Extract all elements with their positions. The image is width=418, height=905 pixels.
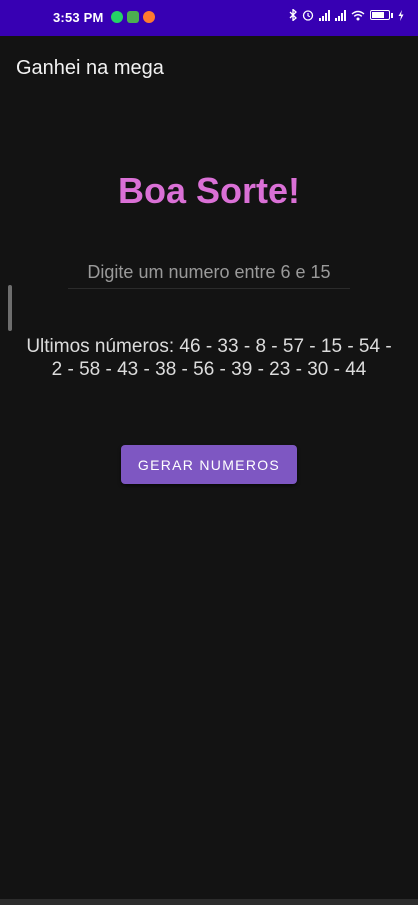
signal-icon: [319, 9, 330, 21]
headline: Boa Sorte!: [117, 170, 301, 211]
charging-icon: [398, 9, 404, 21]
last-numbers-text: Ultimos números: 46 - 33 - 8 - 57 - 15 -…: [26, 336, 392, 380]
signal-icon: [335, 9, 346, 21]
wifi-icon: [351, 10, 365, 20]
notification-icons: [111, 11, 155, 23]
status-icons: [289, 9, 404, 21]
app-notification-icon: [127, 11, 139, 23]
whatsapp-icon: [111, 11, 123, 23]
app-title: Ganhei na mega: [16, 57, 164, 79]
bluetooth-icon: [289, 9, 297, 21]
number-input[interactable]: [68, 258, 350, 286]
status-bar: 3:53 PM: [0, 0, 418, 36]
alarm-icon: [302, 10, 314, 21]
navigation-bar: [0, 899, 418, 905]
orange-app-icon: [143, 11, 155, 23]
app-bar: Ganhei na mega: [0, 36, 418, 100]
phone-screen: 3:53 PM Ganhei na mega Boa Sorte! Digite…: [0, 0, 418, 905]
status-time: 3:53 PM: [53, 10, 104, 25]
battery-icon: [370, 10, 393, 20]
number-input-field[interactable]: [68, 258, 350, 289]
edge-handle[interactable]: [8, 285, 12, 331]
generate-numbers-button[interactable]: GERAR NUMEROS: [121, 445, 297, 484]
